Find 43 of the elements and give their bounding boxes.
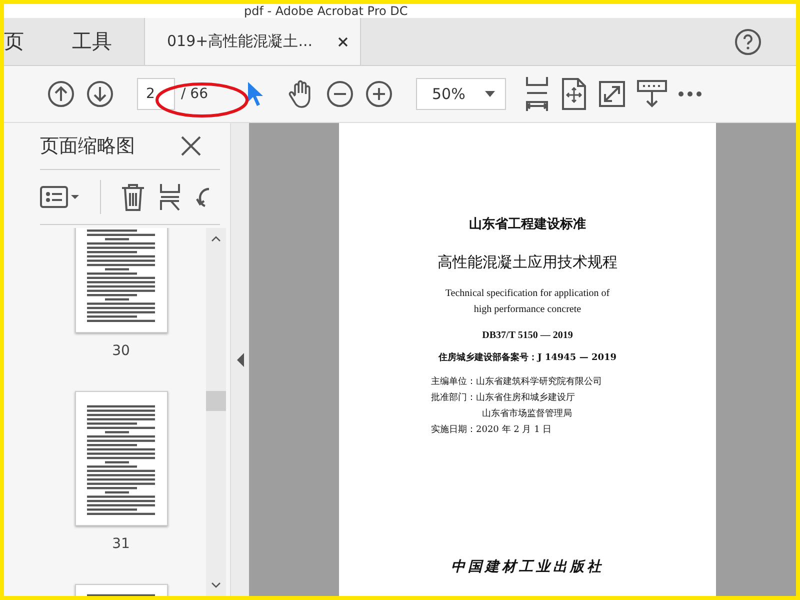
tab[interactable]: 页 [4,18,44,65]
close-icon[interactable] [180,135,202,157]
page-number-field[interactable]: 2 [137,78,175,110]
series-heading: 山东省工程建设标准 [469,216,586,233]
info-line: 实施日期：2020 年 2 月 1 日 [431,424,552,437]
panel-title: 页面缩略图 [40,134,135,159]
caret-icon [485,91,495,97]
help-icon[interactable] [734,28,762,56]
document-title: 高性能混凝土应用技术规程 [438,253,618,272]
more-icon[interactable] [678,91,702,97]
options-icon[interactable] [40,186,80,208]
page-arrows-icon[interactable] [561,78,587,110]
page-count: / 66 [181,86,209,102]
window-title: pdf - Adobe Acrobat Pro DC [243,4,408,18]
info-line: 山东省市场监督管理局 [482,408,572,421]
close-icon[interactable] [338,36,348,46]
read-mode-icon[interactable] [637,79,667,109]
page-number: 31 [112,536,130,552]
scroll-thumb[interactable] [206,391,226,411]
info-line: 主编单位：山东省建筑科学研究院有限公司 [431,376,602,389]
english-title: Technical specification for application of [445,287,610,301]
pointer-icon[interactable] [245,80,265,108]
page-number: 30 [112,343,130,359]
collapse-icon[interactable] [236,352,244,366]
page-thumbnail[interactable] [74,391,168,526]
zoom-out-icon[interactable] [326,80,354,108]
english-title: high performance concrete [474,303,582,317]
info-line: 批准部门：山东省住房和城乡建设厅 [431,392,575,405]
scrollbar[interactable] [206,228,226,596]
fit-width-icon[interactable] [524,76,550,112]
page-thumbnail[interactable] [74,228,168,333]
full-screen-icon[interactable] [598,80,626,108]
standard-number: DB37/T 5150 — 2019 [482,330,573,341]
extract-page-icon[interactable] [159,183,181,211]
scroll-down-icon[interactable] [211,582,221,588]
record-number: 住房城乡建设部备案号：J 14945 — 2019 [438,351,617,364]
tab[interactable]: 019+高性能混凝土... [144,18,361,65]
trash-icon[interactable] [121,183,145,211]
scroll-up-icon[interactable] [211,236,221,242]
zoom-dropdown[interactable]: 50% [416,78,506,110]
zoom-in-icon[interactable] [365,80,393,108]
publisher-name: 中国建材工业出版社 [451,558,604,576]
tab[interactable]: 工具 [44,18,144,65]
